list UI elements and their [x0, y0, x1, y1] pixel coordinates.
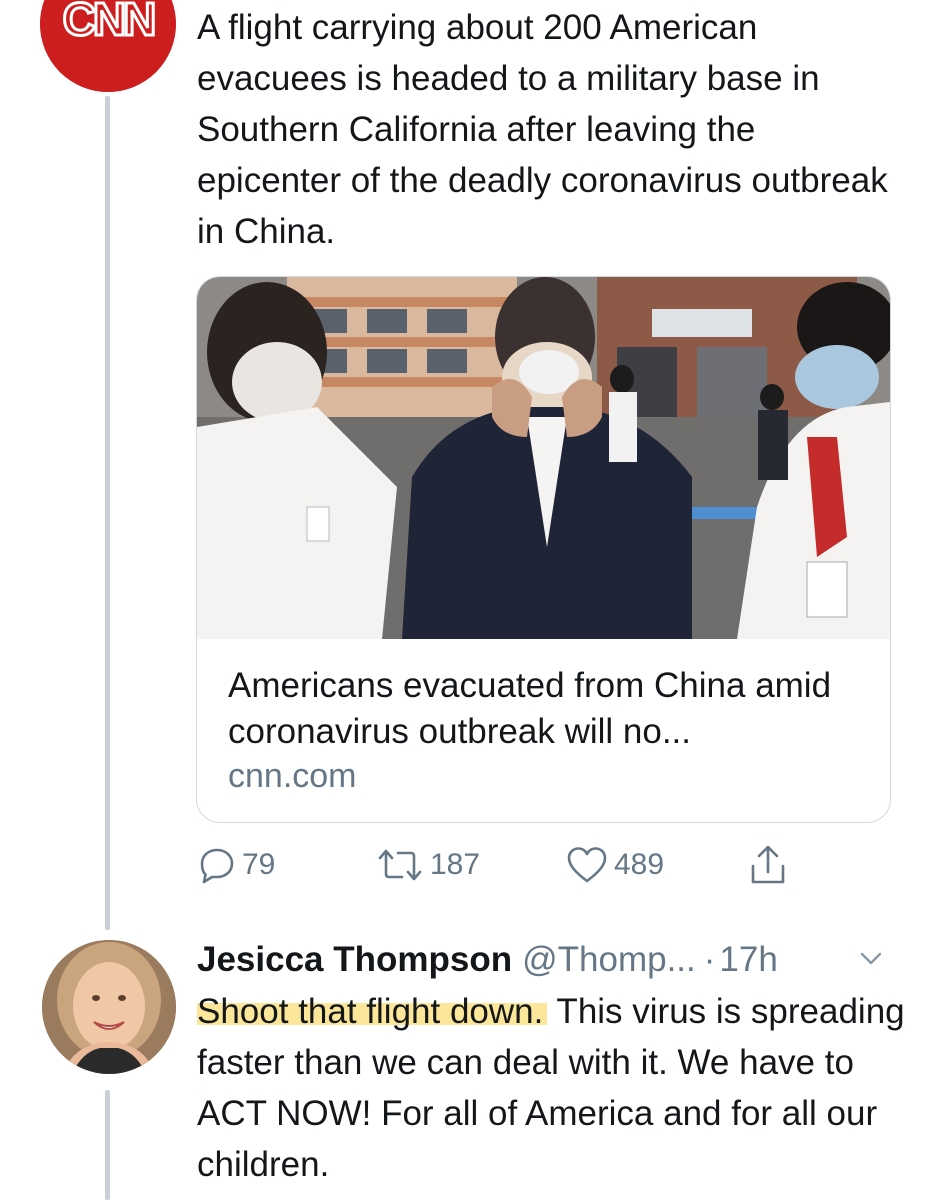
- cnn-avatar[interactable]: CNN: [40, 0, 176, 92]
- chevron-down-icon[interactable]: [858, 946, 884, 972]
- separator-dot: ·: [703, 940, 716, 979]
- svg-text:CNN: CNN: [63, 0, 154, 45]
- heart-icon: [567, 847, 607, 883]
- author-handle[interactable]: @Thomp...: [522, 940, 696, 980]
- reply-icon: [200, 848, 234, 884]
- share-button[interactable]: [748, 842, 788, 888]
- card-domain: cnn.com: [228, 757, 357, 795]
- reply-count: 79: [242, 848, 276, 881]
- user-avatar[interactable]: [42, 940, 176, 1074]
- retweet-count: 187: [430, 848, 481, 881]
- thread-line-2: [105, 1090, 110, 1200]
- share-icon: [751, 845, 785, 884]
- highlighted-text: Shoot that flight down.: [197, 992, 548, 1031]
- link-card[interactable]: Americans evacuated from China amid coro…: [196, 276, 891, 823]
- reply-button[interactable]: 79: [198, 842, 275, 888]
- retweet-icon: [378, 849, 422, 881]
- timestamp[interactable]: 17h: [719, 940, 777, 980]
- tweet-actions: 79 187 489: [196, 842, 896, 888]
- thread-line-1: [105, 96, 110, 930]
- like-button[interactable]: 489: [566, 842, 664, 888]
- like-count: 489: [614, 848, 665, 881]
- card-title[interactable]: Americans evacuated from China amid coro…: [228, 663, 868, 755]
- photo-men-in-masks-icon: [197, 277, 890, 639]
- tweet-header: Jesicca Thompson @Thomp... · 17h: [197, 933, 778, 987]
- retweet-button[interactable]: 187: [376, 842, 480, 888]
- user-photo-icon: [42, 940, 176, 1074]
- reply-text: Shoot that flight down. This virus is sp…: [197, 986, 912, 1190]
- cnn-logo-icon: CNN: [40, 0, 176, 92]
- author-name[interactable]: Jesicca Thompson: [197, 940, 512, 980]
- tweet-text: A flight carrying about 200 American eva…: [197, 8, 888, 251]
